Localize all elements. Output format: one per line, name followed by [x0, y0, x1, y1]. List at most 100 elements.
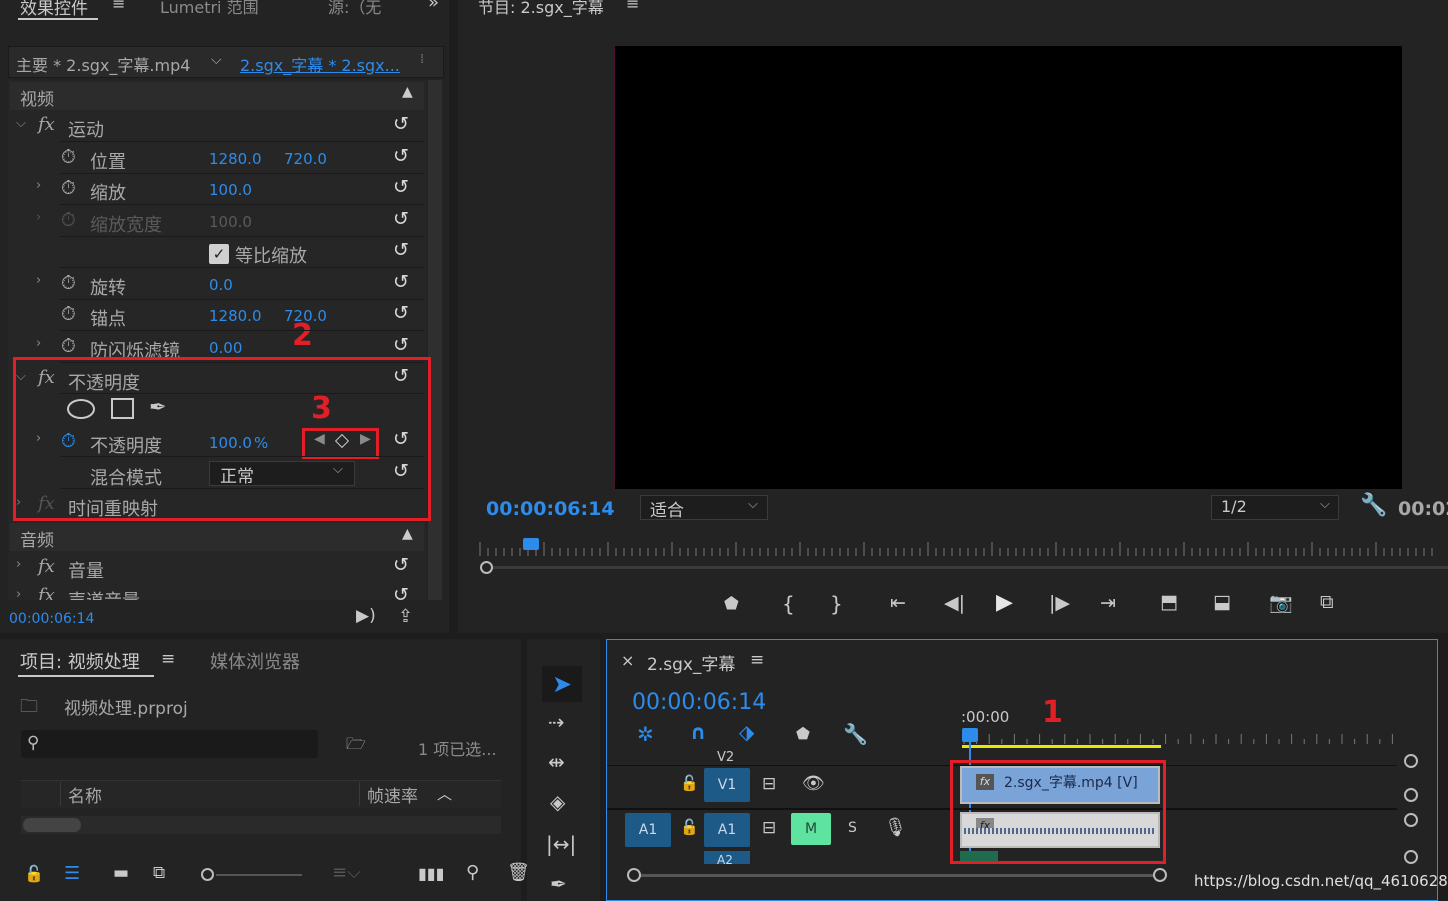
ripple-edit-tool-icon[interactable]: ⇹ [548, 750, 565, 774]
expand-rotation-icon[interactable]: › [36, 273, 41, 288]
reset-motion-icon[interactable]: ↺ [393, 113, 409, 135]
collapse-video-icon[interactable]: ▲ [402, 84, 413, 100]
lock-a1-icon[interactable]: 🔓 [680, 818, 699, 836]
freeform-view-icon[interactable]: ⧉ [153, 863, 165, 883]
timeline-hscroll[interactable] [634, 874, 1160, 877]
clip-dropdown-icon[interactable]: ⌵ [211, 52, 222, 68]
fx-icon[interactable]: fx [38, 114, 55, 135]
razor-tool-icon[interactable]: ◈ [550, 790, 565, 814]
add-marker-icon[interactable]: ⬟ [724, 594, 739, 614]
fx-volume-icon[interactable]: fx [38, 556, 55, 577]
effect-scrollbar[interactable] [428, 80, 442, 600]
pen-tool-icon[interactable]: ✒ [550, 872, 567, 896]
lock-v1-icon[interactable]: 🔓 [680, 774, 699, 792]
anchor-x-value[interactable]: 1280.0 [209, 307, 262, 325]
track-v1-button[interactable]: V1 [704, 768, 750, 802]
tabs-overflow-icon[interactable]: » [428, 0, 439, 13]
reset-rotation-icon[interactable]: ↺ [393, 271, 409, 293]
stopwatch-position-icon[interactable]: ⏱ [61, 146, 76, 168]
timeline-timecode[interactable]: 00:00:06:14 [632, 690, 766, 715]
extract-icon[interactable]: ⬓ [1213, 591, 1231, 613]
camera-icon[interactable]: 📷 [1269, 591, 1293, 614]
step-forward-icon[interactable]: |▶ [1049, 592, 1070, 614]
program-playhead[interactable] [523, 538, 539, 550]
program-timecode[interactable]: 00:00:06:14 [486, 498, 615, 520]
sync-v1-icon[interactable]: ⊟ [762, 774, 776, 794]
solo-a1-button[interactable]: S [848, 820, 857, 836]
stopwatch-flicker-icon[interactable]: ⏱ [61, 335, 76, 357]
sequence-clip-label[interactable]: 2.sgx_字幕 * 2.sgx... [240, 52, 400, 76]
sort-icon[interactable]: ≡⌵ [332, 862, 361, 883]
reset-volume-icon[interactable]: ↺ [393, 554, 409, 578]
uniform-scale-checkbox[interactable]: ✓ [209, 244, 229, 264]
program-zoom-handle-icon[interactable] [480, 561, 493, 574]
lift-icon[interactable]: ⬒ [1160, 591, 1178, 613]
snap-icon[interactable]: ∩ [690, 720, 706, 744]
timeline-hscroll-right-icon[interactable] [1153, 868, 1167, 882]
track-a1-button[interactable]: A1 [704, 813, 750, 847]
col-name-header[interactable]: 名称 [68, 782, 102, 807]
step-back-icon[interactable]: ◀| [944, 592, 965, 614]
track-height-handle-4-icon[interactable] [1404, 850, 1418, 864]
settings-wrench-icon[interactable]: 🔧 [1360, 493, 1387, 518]
project-hscroll-thumb[interactable] [23, 818, 81, 832]
expand-scale-width-icon[interactable]: › [36, 210, 41, 225]
play-icon[interactable]: ▶ [996, 590, 1013, 615]
icon-view-icon[interactable]: ▬ [113, 863, 129, 883]
col-framerate-header[interactable]: 帧速率 [367, 782, 418, 807]
panel-menu-icon[interactable]: ⁞ [420, 52, 424, 67]
timeline-settings-icon[interactable]: 🔧 [843, 722, 868, 746]
stopwatch-anchor-icon[interactable]: ⏱ [61, 303, 76, 325]
lock-icon[interactable]: 🔓 [24, 864, 44, 883]
track-height-handle-2-icon[interactable] [1404, 788, 1418, 802]
reset-opacity-icon[interactable]: ↺ [393, 428, 409, 450]
list-view-icon[interactable]: ☰ [64, 863, 80, 884]
slip-tool-icon[interactable]: |↔| [546, 832, 576, 856]
go-to-in-icon[interactable]: ⇤ [890, 592, 906, 614]
sequence-tab[interactable]: 2.sgx_字幕 [647, 650, 735, 675]
fx-channel-icon[interactable]: fx [38, 585, 55, 600]
program-zoom-bar[interactable] [486, 566, 1448, 569]
timeline-ruler[interactable] [962, 730, 1402, 746]
rotation-value[interactable]: 0.0 [209, 276, 233, 294]
tab-menu-icon[interactable]: ≡ [112, 0, 125, 13]
expand-channel-icon[interactable]: › [16, 587, 21, 600]
expand-scale-icon[interactable]: › [36, 178, 41, 193]
tab-source[interactable]: 源:（无 [328, 0, 381, 18]
track-height-handle-3-icon[interactable] [1404, 813, 1418, 827]
project-hscroll[interactable] [21, 816, 501, 834]
add-marker-timeline-icon[interactable]: ⬟ [796, 724, 810, 743]
new-search-bin-icon[interactable]: 🗁 [346, 733, 366, 760]
expand-volume-icon[interactable]: › [16, 557, 21, 572]
collapse-audio-icon[interactable]: ▲ [402, 526, 413, 542]
track-select-tool-icon[interactable]: ⇢ [548, 710, 565, 734]
automate-icon[interactable]: ▮▮▮ [418, 864, 444, 883]
eye-v1-icon[interactable]: 👁 [802, 773, 825, 794]
find-icon[interactable]: ⚲ [466, 862, 479, 883]
reset-uniform-scale-icon[interactable]: ↺ [393, 239, 409, 261]
sync-a1-icon[interactable]: ⊟ [762, 818, 776, 838]
mute-a1-button[interactable]: M [791, 813, 831, 845]
reset-flicker-icon[interactable]: ↺ [393, 334, 409, 356]
expand-flicker-icon[interactable]: › [36, 336, 41, 351]
selection-tool-icon[interactable]: ➤ [542, 666, 582, 702]
project-menu-icon[interactable]: ≡ [161, 649, 175, 669]
export-frame-icon[interactable]: ⇪ [398, 606, 413, 627]
track-height-handle-1-icon[interactable] [1404, 754, 1418, 768]
position-y-value[interactable]: 720.0 [284, 150, 327, 168]
reset-position-icon[interactable]: ↺ [393, 145, 409, 167]
work-area-bar[interactable] [962, 745, 1161, 748]
project-title[interactable]: 项目: 视频处理 [20, 648, 140, 674]
effect-timecode[interactable]: 00:00:06:14 [9, 611, 94, 627]
program-menu-icon[interactable]: ≡ [626, 0, 639, 13]
expand-motion-icon[interactable]: ⌵ [16, 116, 26, 131]
close-sequence-icon[interactable]: × [621, 651, 634, 670]
position-x-value[interactable]: 1280.0 [209, 150, 262, 168]
program-ruler[interactable] [476, 536, 1448, 558]
tab-lumetri-scopes[interactable]: Lumetri 范围 [160, 0, 259, 18]
tab-media-browser[interactable]: 媒体浏览器 [210, 648, 300, 674]
project-search-input[interactable] [21, 730, 318, 758]
mark-in-icon[interactable]: { [782, 592, 795, 616]
flicker-value[interactable]: 0.00 [209, 339, 242, 357]
reset-scale-icon[interactable]: ↺ [393, 176, 409, 198]
